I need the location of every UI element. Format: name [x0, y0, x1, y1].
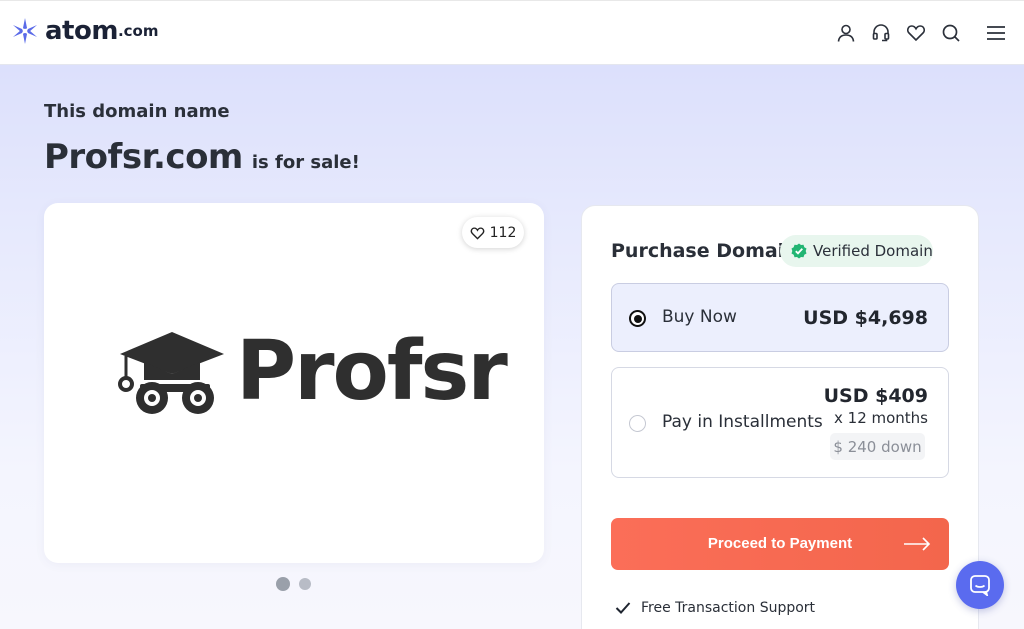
- domain-name-title: Profsr.com: [44, 137, 243, 177]
- proceed-label: Proceed to Payment: [707, 535, 853, 552]
- installments-term: x 12 months: [834, 409, 928, 427]
- feature-label: Free Transaction Support: [641, 600, 816, 616]
- nav-icon-group: [834, 21, 1005, 45]
- user-icon[interactable]: [834, 21, 858, 45]
- hero-headline: Profsr.com is for sale!: [44, 137, 360, 177]
- verified-label: Verified Domain: [813, 242, 933, 260]
- installments-label: Pay in Installments: [662, 412, 823, 432]
- gallery-dot-2[interactable]: [299, 578, 311, 590]
- hero-eyebrow: This domain name: [44, 101, 230, 122]
- installments-price: USD $409: [823, 385, 928, 407]
- atom-star-icon: [13, 18, 37, 44]
- proceed-to-payment-button[interactable]: Proceed to Payment: [611, 518, 949, 570]
- heart-icon: [470, 226, 484, 240]
- gallery-pagination: [276, 577, 320, 591]
- installments-radio[interactable]: [629, 415, 646, 432]
- brand-logo-wordmark: Profsr: [236, 324, 508, 419]
- arrow-right-icon: [904, 537, 931, 551]
- headset-icon[interactable]: [869, 21, 893, 45]
- atom-logo[interactable]: atom .com: [11, 17, 158, 45]
- like-button[interactable]: 112: [462, 217, 524, 248]
- buy-now-price: USD $4,698: [803, 307, 928, 329]
- top-navbar: atom .com: [0, 0, 1024, 65]
- checkmark-icon: [615, 602, 631, 614]
- heart-icon[interactable]: [904, 21, 928, 45]
- purchase-title: Purchase Domain: [611, 240, 798, 262]
- graduation-cap-car-icon: [116, 328, 228, 424]
- logo-tld: .com: [117, 22, 159, 40]
- verified-check-icon: [791, 243, 807, 259]
- installments-down-payment: $ 240 down: [830, 433, 925, 460]
- chat-launcher-button[interactable]: [956, 561, 1004, 609]
- logo-name: atom: [45, 16, 118, 46]
- buy-now-label: Buy Now: [662, 307, 737, 327]
- search-icon[interactable]: [939, 21, 963, 45]
- like-count: 112: [489, 224, 517, 241]
- verified-badge: Verified Domain: [780, 235, 933, 267]
- buy-now-radio[interactable]: [629, 310, 646, 327]
- menu-icon[interactable]: [984, 21, 1008, 45]
- chat-icon: [970, 575, 990, 596]
- feature-item: Free Transaction Support: [615, 600, 815, 616]
- for-sale-text: is for sale!: [251, 152, 360, 173]
- gallery-dot-1[interactable]: [276, 577, 290, 591]
